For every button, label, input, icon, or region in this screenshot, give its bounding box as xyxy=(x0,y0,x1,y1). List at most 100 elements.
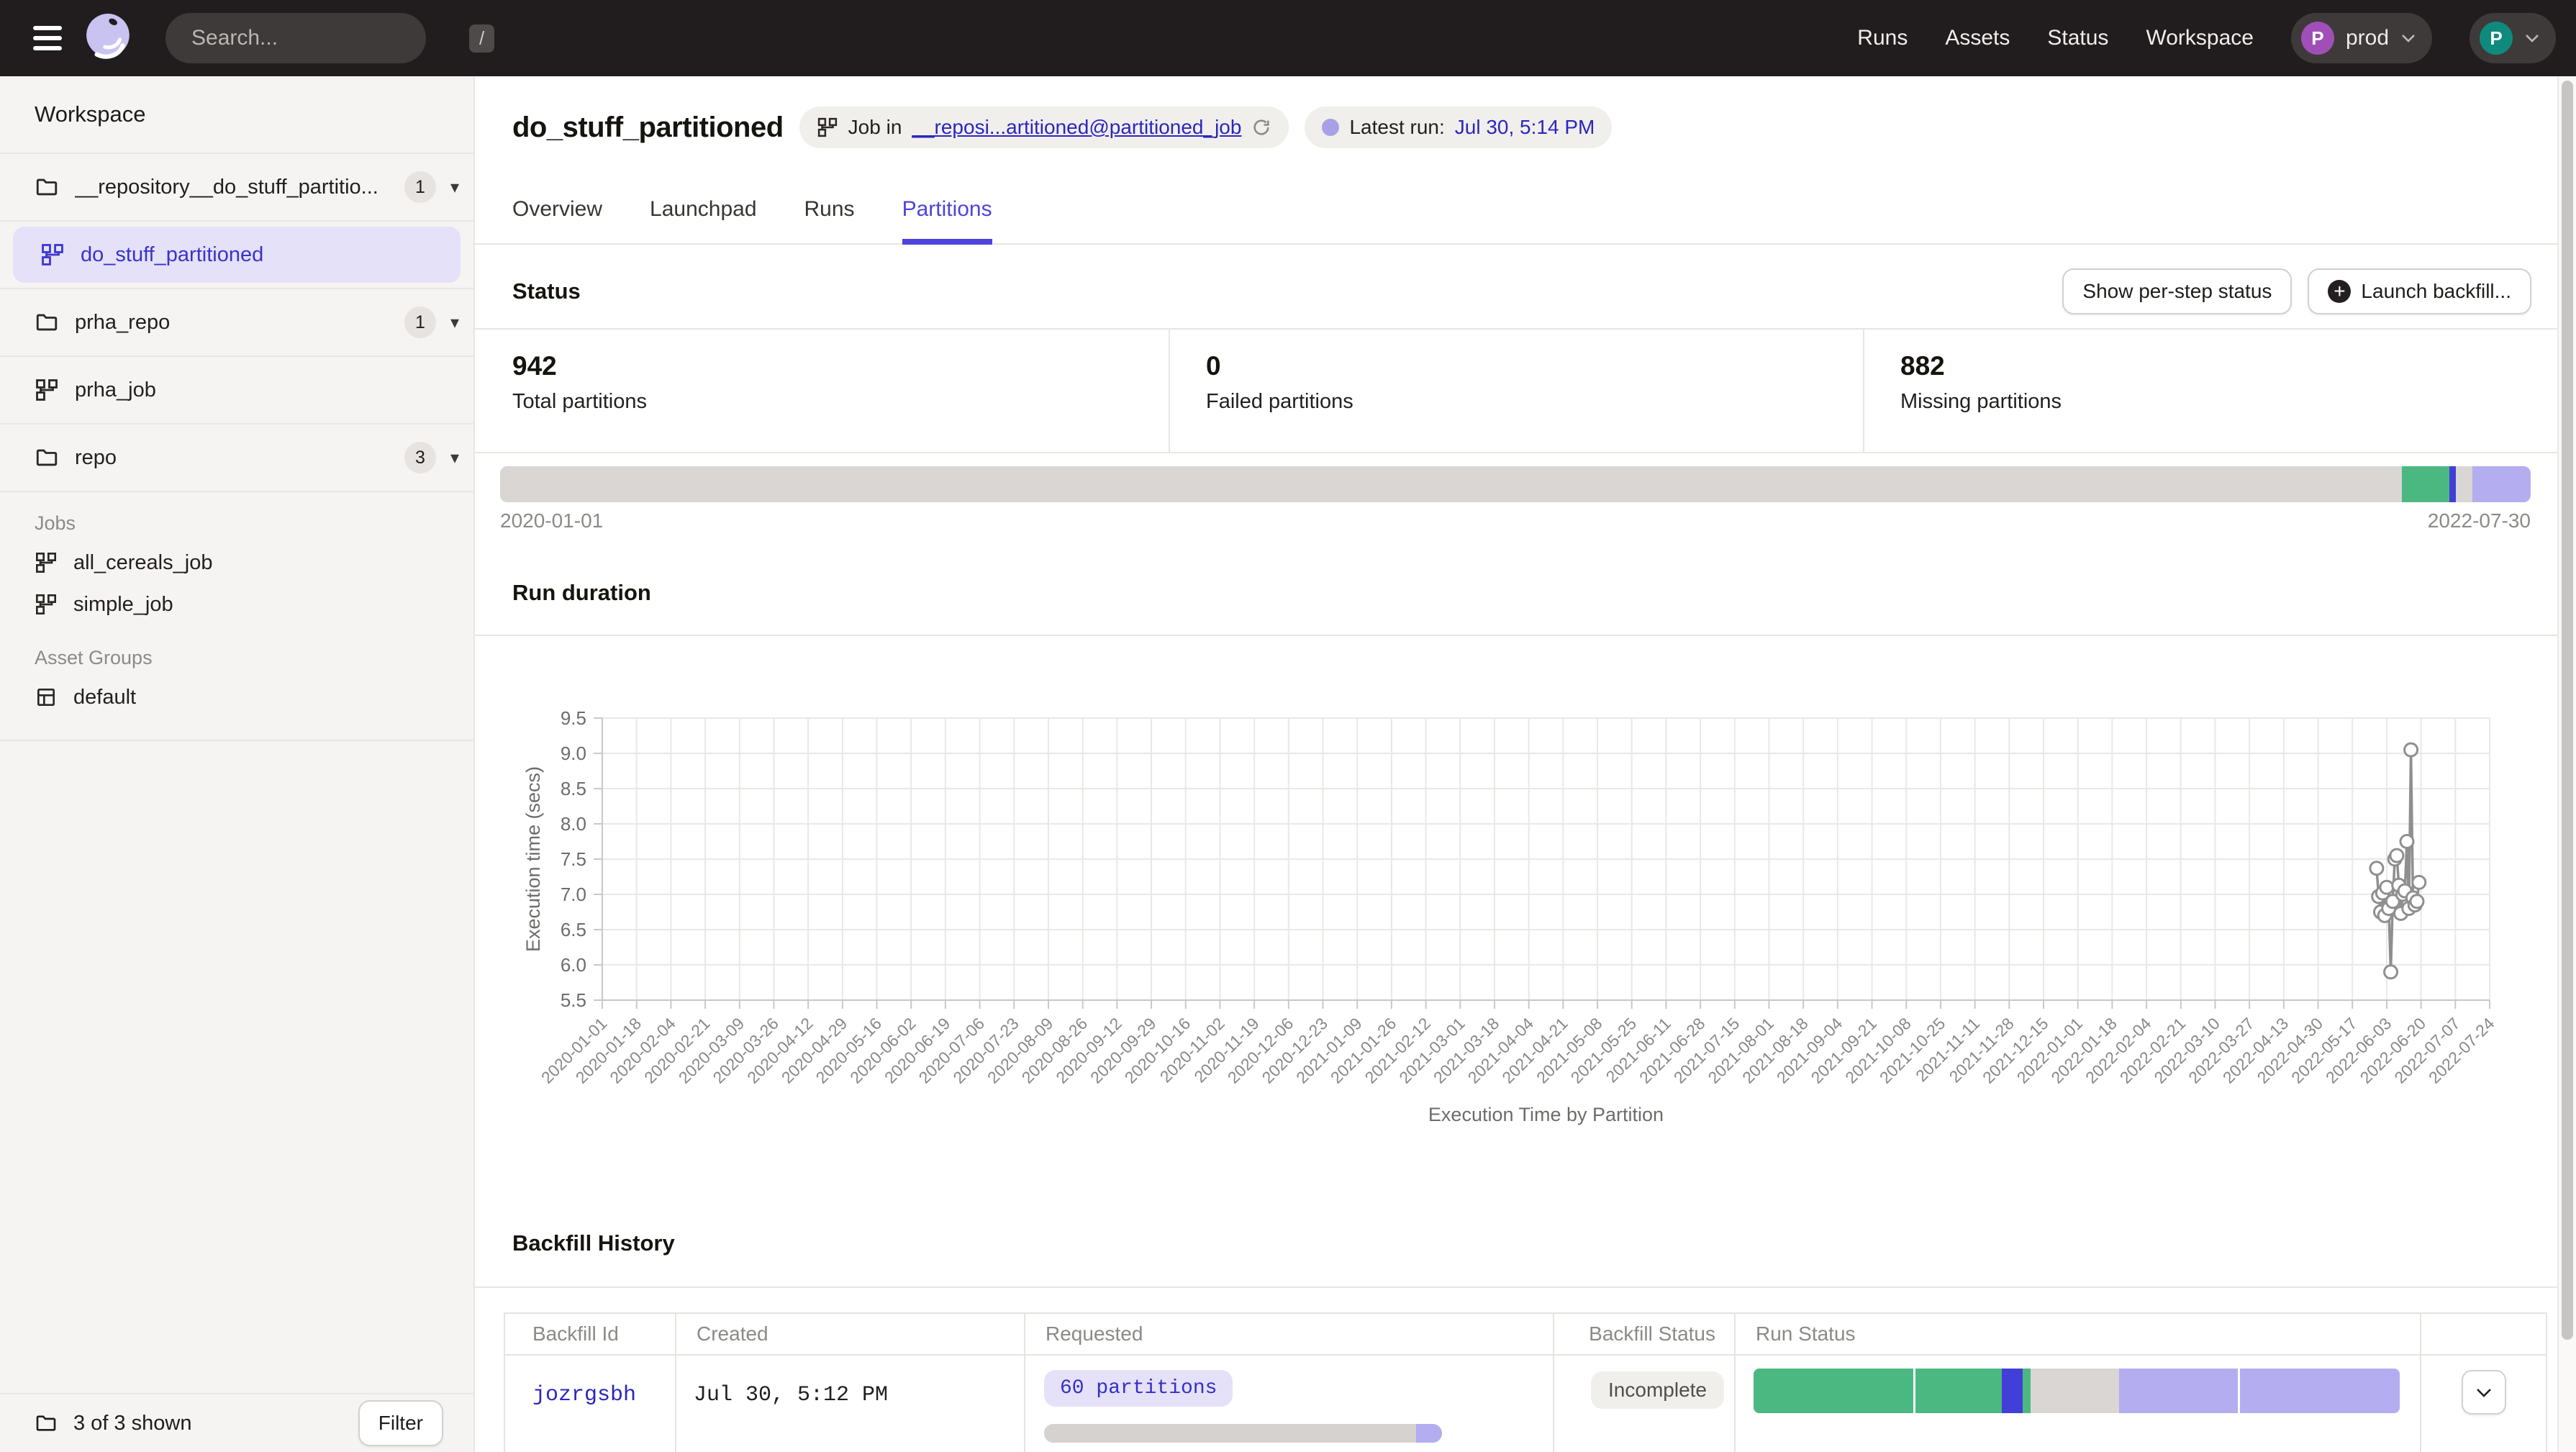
tab-launchpad[interactable]: Launchpad xyxy=(650,184,756,245)
divider xyxy=(0,740,473,741)
tab-partitions[interactable]: Partitions xyxy=(902,184,992,245)
folder-icon xyxy=(35,175,59,199)
run-status-bar[interactable] xyxy=(1754,1369,2400,1413)
sidebar-item-simple-job[interactable]: simple_job xyxy=(0,584,473,625)
deployment-avatar: P xyxy=(2301,22,2334,55)
chevron-down-icon xyxy=(2475,1387,2493,1398)
svg-text:6.0: 6.0 xyxy=(561,954,586,976)
svg-text:Execution Time by Partition: Execution Time by Partition xyxy=(1428,1104,1664,1125)
stat-total-partitions: 942 Total partitions xyxy=(475,330,1170,452)
user-menu[interactable]: P xyxy=(2470,13,2556,63)
workspace-sidebar: Workspace __repository__do_stuff_partiti… xyxy=(0,76,475,1452)
svg-text:7.5: 7.5 xyxy=(561,848,586,870)
filter-button[interactable]: Filter xyxy=(358,1400,443,1446)
sidebar-title: Workspace xyxy=(0,76,473,154)
top-navbar: / Runs Assets Status Workspace P prod P xyxy=(0,0,2576,76)
table-header-row: Backfill Id Created Requested Backfill S… xyxy=(505,1314,2546,1356)
count-badge: 1 xyxy=(404,171,436,203)
job-tabs: Overview Launchpad Runs Partitions xyxy=(475,184,2576,245)
asset-group-icon xyxy=(35,686,58,709)
sidebar-item-prha-job[interactable]: prha_job xyxy=(0,357,473,425)
launch-backfill-button[interactable]: + Launch backfill... xyxy=(2308,268,2531,314)
reload-icon[interactable] xyxy=(1251,117,1271,137)
status-section-title: Status xyxy=(512,278,581,304)
dagster-logo-icon[interactable] xyxy=(83,12,135,64)
backfill-history-table: Backfill Id Created Requested Backfill S… xyxy=(504,1312,2547,1452)
caret-down-icon[interactable]: ▾ xyxy=(450,448,459,468)
job-icon xyxy=(817,117,838,138)
svg-text:Execution time (secs): Execution time (secs) xyxy=(522,766,544,952)
tab-overview[interactable]: Overview xyxy=(512,184,602,245)
column-header-created: Created xyxy=(676,1314,1025,1354)
folder-icon xyxy=(35,310,59,335)
sidebar-item-prha-repo[interactable]: prha_repo 1 ▾ xyxy=(0,289,473,357)
chevron-down-icon xyxy=(2400,33,2416,43)
stat-label: Total partitions xyxy=(512,390,1169,414)
svg-text:7.0: 7.0 xyxy=(561,884,586,905)
backfill-history-title: Backfill History xyxy=(512,1230,675,1256)
svg-text:6.5: 6.5 xyxy=(561,919,586,940)
expand-row-button[interactable] xyxy=(2462,1370,2506,1415)
search-shortcut-key: / xyxy=(469,24,494,53)
plus-icon: + xyxy=(2328,280,2351,303)
sidebar-item-do-stuff-partitioned-selected[interactable]: do_stuff_partitioned xyxy=(0,222,473,289)
deployment-switcher[interactable]: P prod xyxy=(2291,13,2432,63)
menu-icon[interactable] xyxy=(33,22,62,55)
sidebar-item-label: __repository__do_stuff_partitio... xyxy=(75,176,404,199)
stat-value: 942 xyxy=(512,351,1169,381)
page-scrollbar[interactable] xyxy=(2557,76,2576,1452)
search-input[interactable] xyxy=(191,26,469,50)
show-per-step-status-button[interactable]: Show per-step status xyxy=(2062,268,2292,314)
sidebar-item-label: prha_repo xyxy=(75,311,404,335)
sidebar-item-repository-do-stuff[interactable]: __repository__do_stuff_partitio... 1 ▾ xyxy=(0,154,473,222)
folder-icon xyxy=(35,1412,58,1435)
caret-down-icon[interactable]: ▾ xyxy=(450,312,459,333)
sidebar-item-all-cereals-job[interactable]: all_cereals_job xyxy=(0,542,473,584)
sidebar-item-label: default xyxy=(73,686,136,709)
caret-down-icon[interactable]: ▾ xyxy=(450,177,459,198)
latest-run-link[interactable]: Jul 30, 5:14 PM xyxy=(1455,116,1595,139)
nav-link-workspace[interactable]: Workspace xyxy=(2146,26,2254,50)
job-icon xyxy=(35,378,59,402)
nav-link-runs[interactable]: Runs xyxy=(1857,26,1908,50)
job-icon xyxy=(35,551,58,574)
launch-backfill-label: Launch backfill... xyxy=(2361,280,2511,303)
page-title: do_stuff_partitioned xyxy=(512,112,784,144)
nav-link-assets[interactable]: Assets xyxy=(1945,26,2010,50)
search-box[interactable]: / xyxy=(165,13,426,63)
tab-runs[interactable]: Runs xyxy=(804,184,855,245)
job-origin-link[interactable]: __reposi...artitioned@partitioned_job xyxy=(912,116,1241,139)
scrollbar-thumb[interactable] xyxy=(2562,81,2573,1340)
column-header-backfill-id: Backfill Id xyxy=(505,1314,676,1354)
stat-label: Missing partitions xyxy=(1900,390,2576,414)
backfill-created: Jul 30, 5:12 PM xyxy=(676,1356,1025,1452)
sidebar-item-label: do_stuff_partitioned xyxy=(81,243,445,267)
svg-text:8.5: 8.5 xyxy=(561,778,586,799)
stat-missing-partitions: 882 Missing partitions xyxy=(1864,330,2576,452)
backfill-id-link[interactable]: jozrgsbh xyxy=(532,1383,636,1407)
divider xyxy=(475,635,2576,636)
asset-groups-section-label: Asset Groups xyxy=(0,647,473,669)
requested-partitions-badge[interactable]: 60 partitions xyxy=(1044,1370,1233,1407)
partition-range-end: 2022-07-30 xyxy=(2428,509,2531,532)
count-badge: 3 xyxy=(404,442,436,473)
folder-icon xyxy=(35,445,59,470)
nav-link-status[interactable]: Status xyxy=(2047,26,2108,50)
job-icon xyxy=(35,593,58,616)
column-header-backfill-status: Backfill Status xyxy=(1554,1314,1736,1354)
divider xyxy=(475,1287,2576,1288)
stat-value: 0 xyxy=(1206,351,1863,381)
partition-range-start: 2020-01-01 xyxy=(500,509,603,532)
deployment-name: prod xyxy=(2346,26,2389,50)
sidebar-item-default-group[interactable]: default xyxy=(0,676,473,718)
sidebar-item-repo[interactable]: repo 3 ▾ xyxy=(0,425,473,492)
partition-status-bar[interactable] xyxy=(500,466,2531,502)
run-duration-chart[interactable]: 9.59.08.58.07.57.06.56.05.52020-01-01202… xyxy=(489,676,2562,1166)
run-status-dot-icon xyxy=(1322,119,1339,136)
chevron-down-icon xyxy=(2524,33,2540,43)
column-header-requested: Requested xyxy=(1025,1314,1554,1354)
jobs-section-label: Jobs xyxy=(0,512,473,535)
count-badge: 1 xyxy=(404,307,436,338)
backfill-status-badge: Incomplete xyxy=(1591,1371,1724,1409)
svg-text:5.5: 5.5 xyxy=(561,989,586,1011)
